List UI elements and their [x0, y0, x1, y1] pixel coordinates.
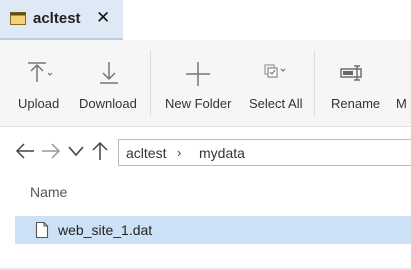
download-button[interactable]: Download — [76, 40, 142, 126]
arrow-right-icon[interactable] — [40, 140, 62, 162]
upload-button[interactable]: Upload — [12, 40, 68, 126]
toolbar-separator — [150, 50, 151, 116]
new-folder-label: New Folder — [165, 96, 232, 111]
more-button[interactable]: M — [390, 40, 411, 126]
ribbon-toolbar: Upload Download New Folder Select All Re… — [0, 40, 411, 127]
toolbar-separator — [314, 50, 315, 116]
upload-icon — [28, 62, 53, 82]
select-all-label: Select All — [249, 96, 303, 111]
chevron-down-icon[interactable] — [66, 140, 86, 162]
rename-button[interactable]: Rename — [324, 40, 384, 126]
address-bar[interactable]: acltest › mydata — [118, 139, 411, 166]
breadcrumb-item[interactable]: acltest — [126, 145, 166, 161]
tab-bar: acltest ✕ — [0, 0, 411, 40]
select-all-button[interactable]: Select All — [244, 40, 306, 126]
download-icon — [100, 62, 118, 84]
more-label: M — [396, 96, 407, 111]
navigation-bar: acltest › mydata — [0, 136, 411, 170]
close-icon[interactable]: ✕ — [96, 8, 110, 28]
breadcrumb-separator: › — [177, 145, 182, 160]
upload-label: Upload — [18, 96, 60, 111]
rename-label: Rename — [331, 96, 381, 111]
plus-icon — [186, 62, 210, 86]
window-icon — [10, 12, 26, 25]
breadcrumb-item[interactable]: mydata — [199, 145, 245, 161]
arrow-up-icon[interactable] — [90, 140, 110, 162]
download-label: Download — [79, 96, 137, 111]
rename-icon — [340, 65, 362, 81]
select-all-icon — [264, 64, 286, 78]
column-header-name[interactable]: Name — [30, 184, 67, 200]
file-name: web_site_1.dat — [58, 222, 153, 238]
arrow-left-icon[interactable] — [14, 140, 36, 162]
file-icon — [35, 221, 49, 239]
tab-acltest[interactable]: acltest ✕ — [0, 0, 123, 40]
new-folder-button[interactable]: New Folder — [160, 40, 236, 126]
list-item[interactable]: web_site_1.dat — [15, 216, 411, 244]
tab-title: acltest — [33, 10, 81, 27]
